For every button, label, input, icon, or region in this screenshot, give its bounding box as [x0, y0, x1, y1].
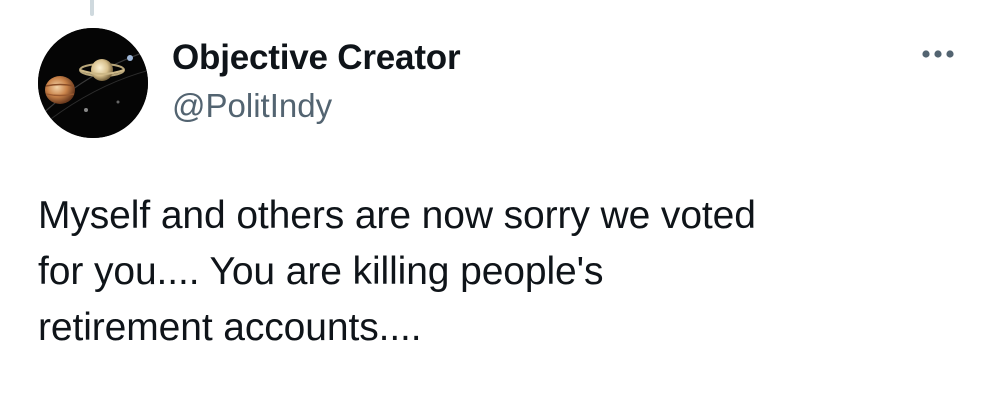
- tweet-text-line: Myself and others are now sorry we voted: [38, 194, 756, 237]
- more-options-button[interactable]: [918, 34, 958, 74]
- thread-connector-line: [90, 0, 94, 16]
- tweet-text-line: for you.... You are killing people's: [38, 250, 604, 293]
- tweet-header: Objective Creator @PolitIndy: [172, 36, 461, 126]
- avatar[interactable]: [38, 28, 148, 138]
- tweet-text: Myself and others are now sorry we voted…: [38, 188, 968, 356]
- planets-avatar-icon: [38, 28, 148, 138]
- author-handle[interactable]: @PolitIndy: [172, 86, 460, 126]
- tweet-text-line: retirement accounts....: [38, 306, 422, 349]
- more-options-icon: [922, 50, 954, 58]
- author-display-name[interactable]: Objective Creator: [172, 36, 461, 80]
